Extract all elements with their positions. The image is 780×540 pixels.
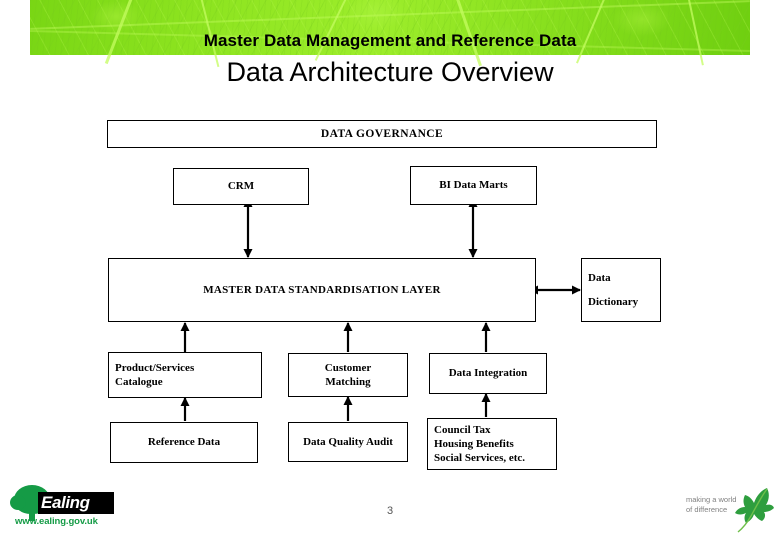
box-data-dictionary[interactable]: Data Dictionary (581, 258, 661, 322)
box-data-integration[interactable]: Data Integration (429, 353, 547, 394)
box-master-data-standardisation-layer[interactable]: MASTER DATA STANDARDISATION LAYER (108, 258, 536, 322)
box-data-integration-label: Data Integration (448, 367, 528, 380)
box-bi-data-marts-label: BI Data Marts (439, 179, 508, 192)
slide-canvas: Master Data Management and Reference Dat… (0, 0, 780, 540)
box-data-quality-audit[interactable]: Data Quality Audit (288, 422, 408, 462)
box-data-dictionary-label-line1: Data (588, 271, 611, 284)
box-reference-data[interactable]: Reference Data (110, 422, 258, 463)
box-data-governance[interactable]: DATA GOVERNANCE (107, 120, 657, 148)
box-reference-data-label: Reference Data (147, 436, 221, 449)
box-council-services-label-line3: Social Services, etc. (434, 452, 526, 465)
box-council-services-label-line2: Housing Benefits (434, 437, 514, 450)
box-crm-label: CRM (227, 180, 255, 193)
box-data-dictionary-label-line2: Dictionary (588, 295, 639, 308)
box-data-governance-label: DATA GOVERNANCE (320, 127, 444, 140)
box-data-quality-audit-label: Data Quality Audit (303, 435, 393, 448)
box-customer-matching[interactable]: Customer Matching (288, 353, 408, 397)
box-crm[interactable]: CRM (173, 168, 309, 205)
box-council-services-label-line1: Council Tax (434, 423, 491, 436)
box-master-data-standardisation-layer-label: MASTER DATA STANDARDISATION LAYER (203, 283, 441, 296)
box-council-services[interactable]: Council Tax Housing Benefits Social Serv… (427, 418, 557, 470)
box-product-services-catalogue-label-line2: Catalogue (115, 376, 163, 388)
box-bi-data-marts[interactable]: BI Data Marts (410, 166, 537, 205)
box-customer-matching-label-line1: Customer (324, 361, 372, 374)
box-product-services-catalogue[interactable]: Product/Services Catalogue (108, 352, 262, 398)
box-customer-matching-label-line2: Matching (325, 376, 371, 388)
box-product-services-catalogue-label-line1: Product/Services (115, 361, 195, 374)
